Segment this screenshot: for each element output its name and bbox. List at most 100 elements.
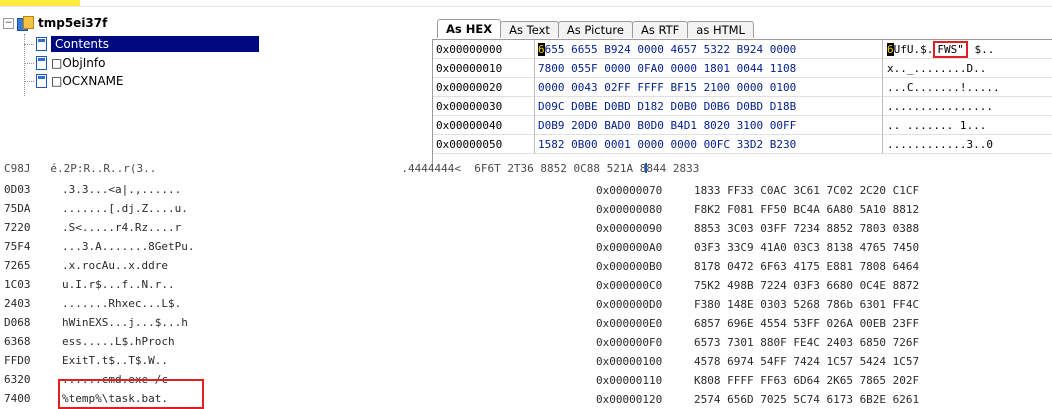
listing-bytes: 4578 6974 54FF 7424 1C57 5424 1C57 <box>694 355 920 368</box>
listing-hex-word: D068 <box>4 316 31 329</box>
listing-offset: 0x000000E0 <box>596 317 663 330</box>
listing-offset: 0x00000110 <box>596 374 663 387</box>
listing-offset: 0x00000070 <box>596 184 663 197</box>
collapse-icon[interactable]: − <box>3 17 14 29</box>
listing-bytes: 6857 696E 4554 53FF 026A 00EB 23FF <box>694 317 920 330</box>
hex-ascii[interactable]: x.._........D.. <box>883 59 1052 78</box>
hex-offset: 0x00000030 <box>433 97 535 116</box>
listing-hex-word: 7220 <box>4 221 31 234</box>
hex-offset: 0x00000020 <box>433 78 535 97</box>
listing-offset: 0x00000090 <box>596 222 663 235</box>
hex-offset: 0x00000040 <box>433 116 535 135</box>
listing-ascii: .......[.dj.Z....u. <box>62 202 188 215</box>
listing-row: 1C03 u.I.r$...f..N.r.. <box>4 275 175 294</box>
hex-offset: 0x00000000 <box>433 40 535 59</box>
caret-marker <box>645 163 647 173</box>
listing-hex-word: 7265 <box>4 259 31 272</box>
hex-cursor: 6 <box>538 43 545 56</box>
listing-row: 75F4 ...3.A.......8GetPu. <box>4 237 194 256</box>
hex-ascii[interactable]: ............3..0 <box>883 135 1052 154</box>
tree-item-objinfo[interactable]: □ObjInfo <box>36 54 105 72</box>
listing-offset: 0x00000100 <box>596 355 663 368</box>
listing-ascii: ...3.A.......8GetPu. <box>62 240 195 253</box>
listing-row: FFD0 ExitT.t$..T$.W.. <box>4 351 168 370</box>
listing-hex-word: 2403 <box>4 297 31 310</box>
listing-row: 0x00000120 2574 656D 7025 5C74 6173 6B2E … <box>596 390 919 409</box>
tab-as-picture[interactable]: As Picture <box>557 21 633 38</box>
listing-ascii: hWinEXS...j...$...h <box>62 316 188 329</box>
listing-row: 7265 .x.rocAu..x.ddre <box>4 256 168 275</box>
storage-tree: − tmp5ei37f Contents □ObjInfo □OCXNAME <box>0 14 430 124</box>
tree-item-contents[interactable]: Contents <box>36 35 259 53</box>
ascii-text: $.. <box>967 43 995 56</box>
view-tabs: As HEX As Text As Picture As RTF as HTML <box>437 19 754 38</box>
listing-hex-word: 0D03 <box>4 183 31 196</box>
hex-row: 0x00000020 0000 0043 02FF FFFF BF15 2100… <box>433 78 1052 97</box>
listing-ascii: .x.rocAu..x.ddre <box>62 259 168 272</box>
listing-bytes: 75K2 498B 7224 03F3 6680 0C4E 8872 <box>694 279 920 292</box>
tree-root[interactable]: − tmp5ei37f <box>3 14 107 32</box>
tree-item-label: □ObjInfo <box>51 56 106 70</box>
tree-root-label: tmp5ei37f <box>38 16 108 30</box>
listing-row: D068 hWinEXS...j...$...h <box>4 313 188 332</box>
listing-row: 0x00000080 F8K2 F081 FF50 BC4A 6A80 5A10 … <box>596 200 919 219</box>
listing-bytes: 8853 3C03 03FF 7234 8852 7803 0388 <box>694 222 920 235</box>
tab-as-hex[interactable]: As HEX <box>437 19 502 38</box>
listing-offset: 0x000000F0 <box>596 336 663 349</box>
hex-bytes[interactable]: 7800 055F 0000 0FA0 0000 1801 0044 1108 <box>535 59 883 78</box>
hex-bytes[interactable]: 6655 6655 B924 0000 4657 5322 B924 0000 <box>535 40 883 59</box>
divider <box>0 6 1052 7</box>
hex-bytes[interactable]: 0000 0043 02FF FFFF BF15 2100 0000 0100 <box>535 78 883 97</box>
tab-as-rtf[interactable]: As RTF <box>631 21 689 38</box>
hex-row: 0x00000010 7800 055F 0000 0FA0 0000 1801… <box>433 59 1052 78</box>
listing-bytes: F380 148E 0303 5268 786b 6301 FF4C <box>694 298 920 311</box>
hex-row: 0x00000000 6655 6655 B924 0000 4657 5322… <box>433 40 1052 59</box>
listing-hex-word: 1C03 <box>4 278 31 291</box>
partial-hex-row: C98J é.2P:R..R..r(3.. .4444444< 6F6T 2T3… <box>4 162 700 175</box>
tree-connector <box>24 44 34 45</box>
fws-signature-highlight: FWS" <box>933 41 968 58</box>
hex-bytes[interactable]: D09C D0BE D0BD D182 D0B0 D0B6 D0BD D18B <box>535 97 883 116</box>
tree-item-ocxname[interactable]: □OCXNAME <box>36 72 124 90</box>
listing-ascii: .......Rhxec...L$. <box>62 297 182 310</box>
listing-row: 6368 ess.....L$.hProch <box>4 332 175 351</box>
tab-as-text[interactable]: As Text <box>500 21 559 38</box>
listing-bytes: 8178 0472 6F63 4175 E881 7808 6464 <box>694 260 920 273</box>
stream-icon <box>36 74 47 88</box>
listing-row: 0x00000090 8853 3C03 03FF 7234 8852 7803 … <box>596 219 919 238</box>
listing-ascii: ess.....L$.hProch <box>62 335 175 348</box>
listing-row: 0x000000B0 8178 0472 6F63 4175 E881 7808 … <box>596 257 919 276</box>
hex-ascii[interactable]: .. ....... 1... <box>883 116 1052 135</box>
listing-hex-word: 75F4 <box>4 240 31 253</box>
hex-bytes-text: 655 6655 B924 0000 4657 5322 B924 0000 <box>544 43 797 56</box>
hex-offset: 0x00000050 <box>433 135 535 154</box>
listing-row: 0x00000070 1833 FF33 C0AC 3C61 7C02 2C20 … <box>596 181 919 200</box>
listing-row: 0D03 .3.3...<a|.,...... <box>4 180 181 199</box>
hex-bytes[interactable]: 1582 0B00 0001 0000 0000 00FC 33D2 B230 <box>535 135 883 154</box>
tab-as-html[interactable]: as HTML <box>687 21 754 38</box>
listing-row: 0x000000F0 6573 7301 880F FE4C 2403 6850 … <box>596 333 919 352</box>
tree-item-label: Contents <box>51 36 259 52</box>
listing-offset: 0x000000A0 <box>596 241 663 254</box>
hex-bytes[interactable]: D0B9 20D0 BAD0 B0D0 B4D1 8020 3100 00FF <box>535 116 883 135</box>
ascii-cursor: 6 <box>887 43 894 56</box>
listing-hex-word: 6320 <box>4 373 31 386</box>
listing-row: 0x000000A0 03F3 33C9 41A0 03C3 8138 4765 … <box>596 238 919 257</box>
cmd-command-highlight <box>58 379 204 409</box>
tree-connector <box>24 63 34 64</box>
listing-offset: 0x000000D0 <box>596 298 663 311</box>
listing-row: 0x000000E0 6857 696E 4554 53FF 026A 00EB … <box>596 314 919 333</box>
listing-bytes: K808 FFFF FF63 6D64 2K65 7865 202F <box>694 374 920 387</box>
listing-hex-word: 7400 <box>4 392 31 405</box>
listing-row: 0x000000D0 F380 148E 0303 5268 786b 6301 … <box>596 295 919 314</box>
hex-row: 0x00000050 1582 0B00 0001 0000 0000 00FC… <box>433 135 1052 154</box>
hex-ascii[interactable]: 6UfU.$. FWS" $.. <box>883 40 1052 59</box>
hex-ascii[interactable]: ................ <box>883 97 1052 116</box>
listing-row: 0x00000110 K808 FFFF FF63 6D64 2K65 7865 … <box>596 371 919 390</box>
hex-row: 0x00000030 D09C D0BE D0BD D182 D0B0 D0B6… <box>433 97 1052 116</box>
listing-bytes: 2574 656D 7025 5C74 6173 6B2E 6261 <box>694 393 920 406</box>
ascii-text: UfU.$. <box>893 43 934 56</box>
hex-view[interactable]: 0x00000000 6655 6655 B924 0000 4657 5322… <box>432 39 1052 168</box>
tree-connector <box>24 81 34 82</box>
hex-ascii[interactable]: ...C.......!..... <box>883 78 1052 97</box>
